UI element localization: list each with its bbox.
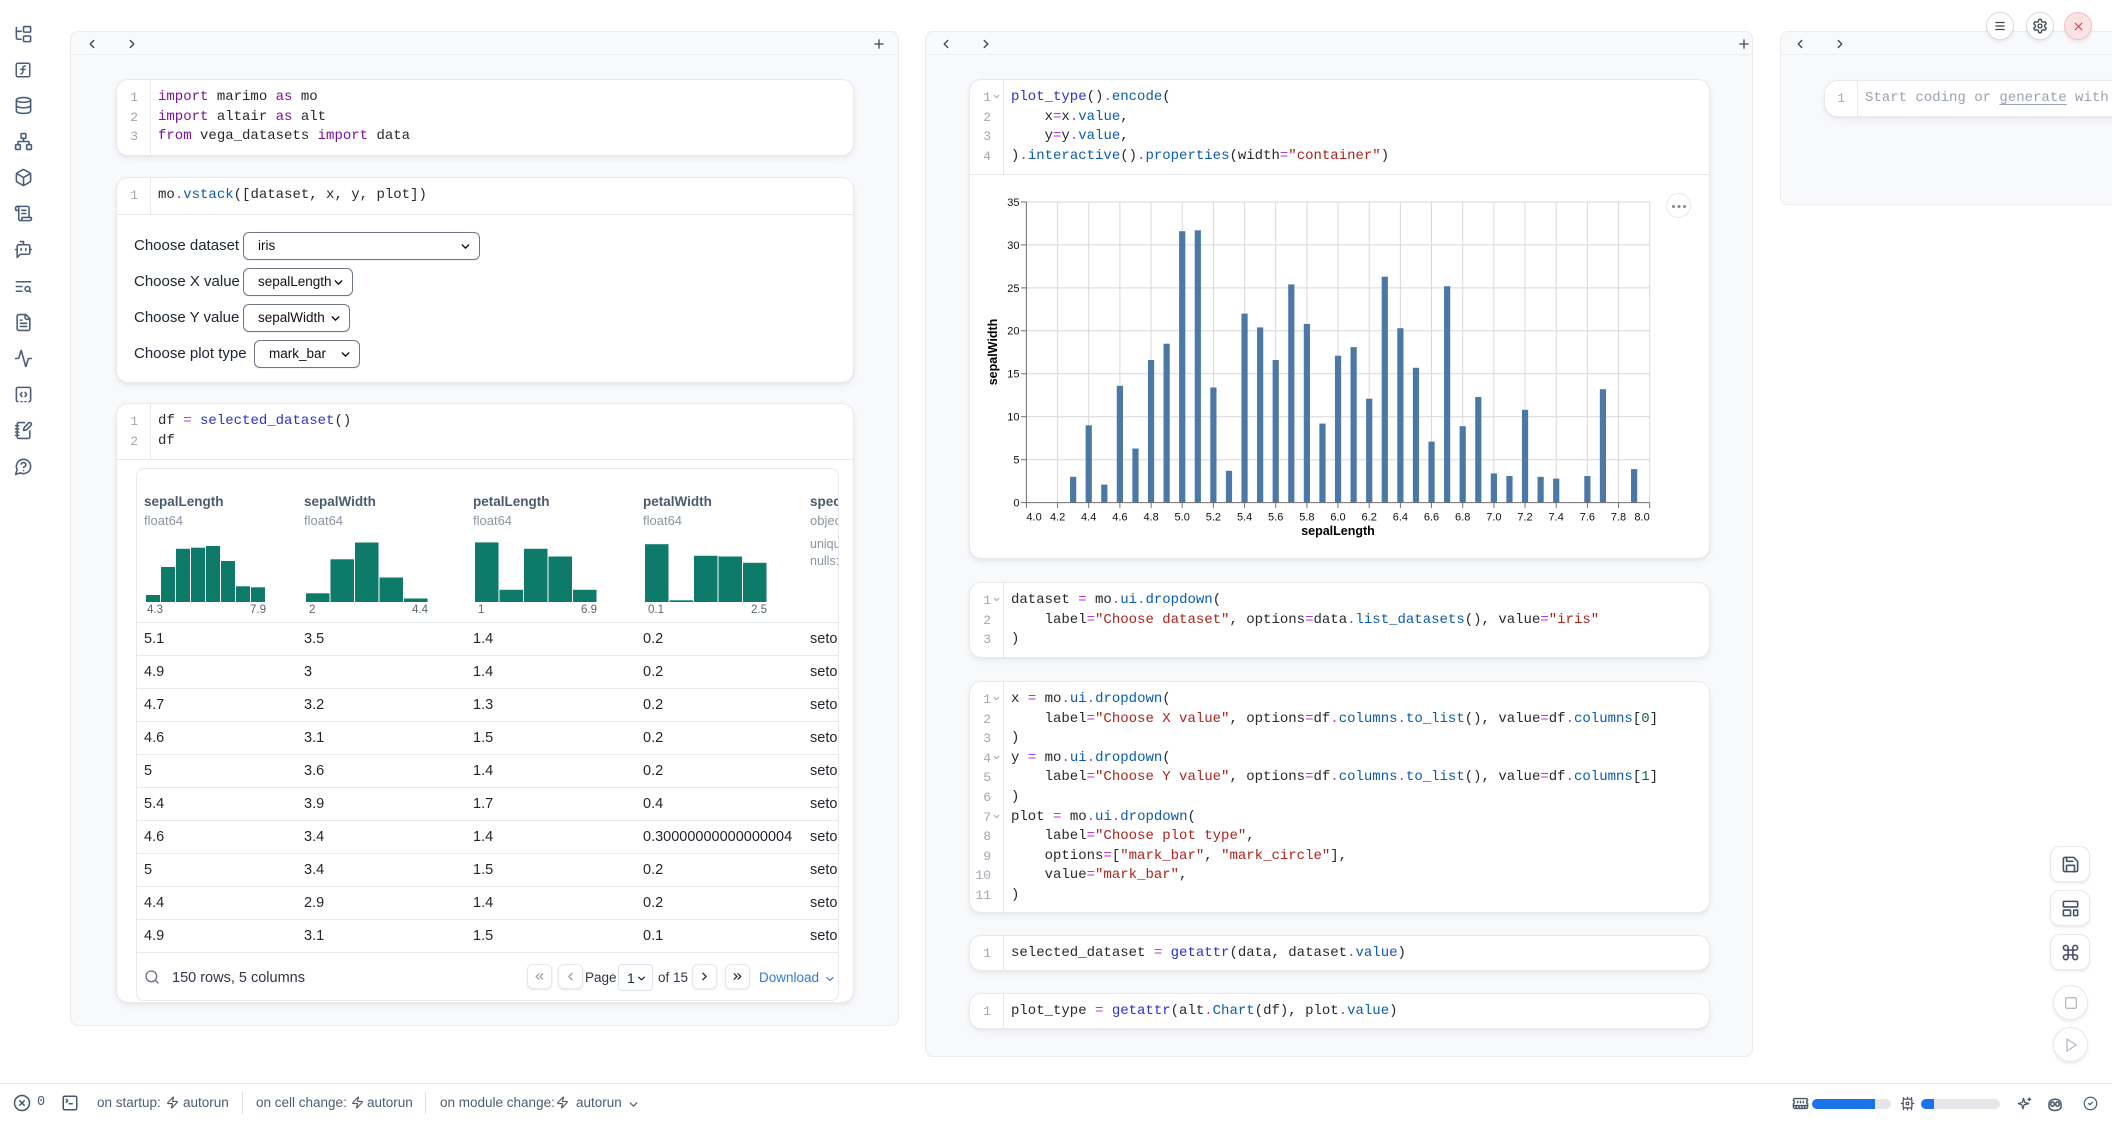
svg-text:sepalWidth: sepalWidth (986, 319, 1000, 386)
svg-text:25: 25 (1007, 283, 1019, 295)
svg-text:5.4: 5.4 (1237, 511, 1252, 523)
svg-text:15: 15 (1007, 369, 1019, 381)
svg-text:6.6: 6.6 (1424, 511, 1439, 523)
svg-text:5.0: 5.0 (1175, 511, 1190, 523)
svg-text:35: 35 (1007, 197, 1019, 209)
svg-text:4.8: 4.8 (1143, 511, 1158, 523)
svg-text:6.4: 6.4 (1393, 511, 1408, 523)
svg-text:sepalLength: sepalLength (1301, 524, 1375, 538)
svg-text:4.6: 4.6 (1112, 511, 1127, 523)
svg-text:5.2: 5.2 (1206, 511, 1221, 523)
svg-text:20: 20 (1007, 326, 1019, 338)
svg-text:7.6: 7.6 (1580, 511, 1595, 523)
svg-text:4.4: 4.4 (1081, 511, 1096, 523)
svg-text:7.4: 7.4 (1549, 511, 1564, 523)
svg-text:7.2: 7.2 (1517, 511, 1532, 523)
svg-text:30: 30 (1007, 240, 1019, 252)
svg-text:0: 0 (1013, 498, 1019, 510)
svg-text:7.0: 7.0 (1486, 511, 1501, 523)
svg-text:7.8: 7.8 (1611, 511, 1626, 523)
svg-text:5.8: 5.8 (1299, 511, 1314, 523)
svg-text:8.0: 8.0 (1634, 511, 1649, 523)
svg-text:5.6: 5.6 (1268, 511, 1283, 523)
svg-text:6.2: 6.2 (1362, 511, 1377, 523)
svg-text:6.0: 6.0 (1330, 511, 1345, 523)
svg-text:4.2: 4.2 (1050, 511, 1065, 523)
svg-text:6.8: 6.8 (1455, 511, 1470, 523)
svg-text:10: 10 (1007, 412, 1019, 424)
svg-text:5: 5 (1013, 455, 1019, 467)
svg-text:4.0: 4.0 (1026, 511, 1041, 523)
